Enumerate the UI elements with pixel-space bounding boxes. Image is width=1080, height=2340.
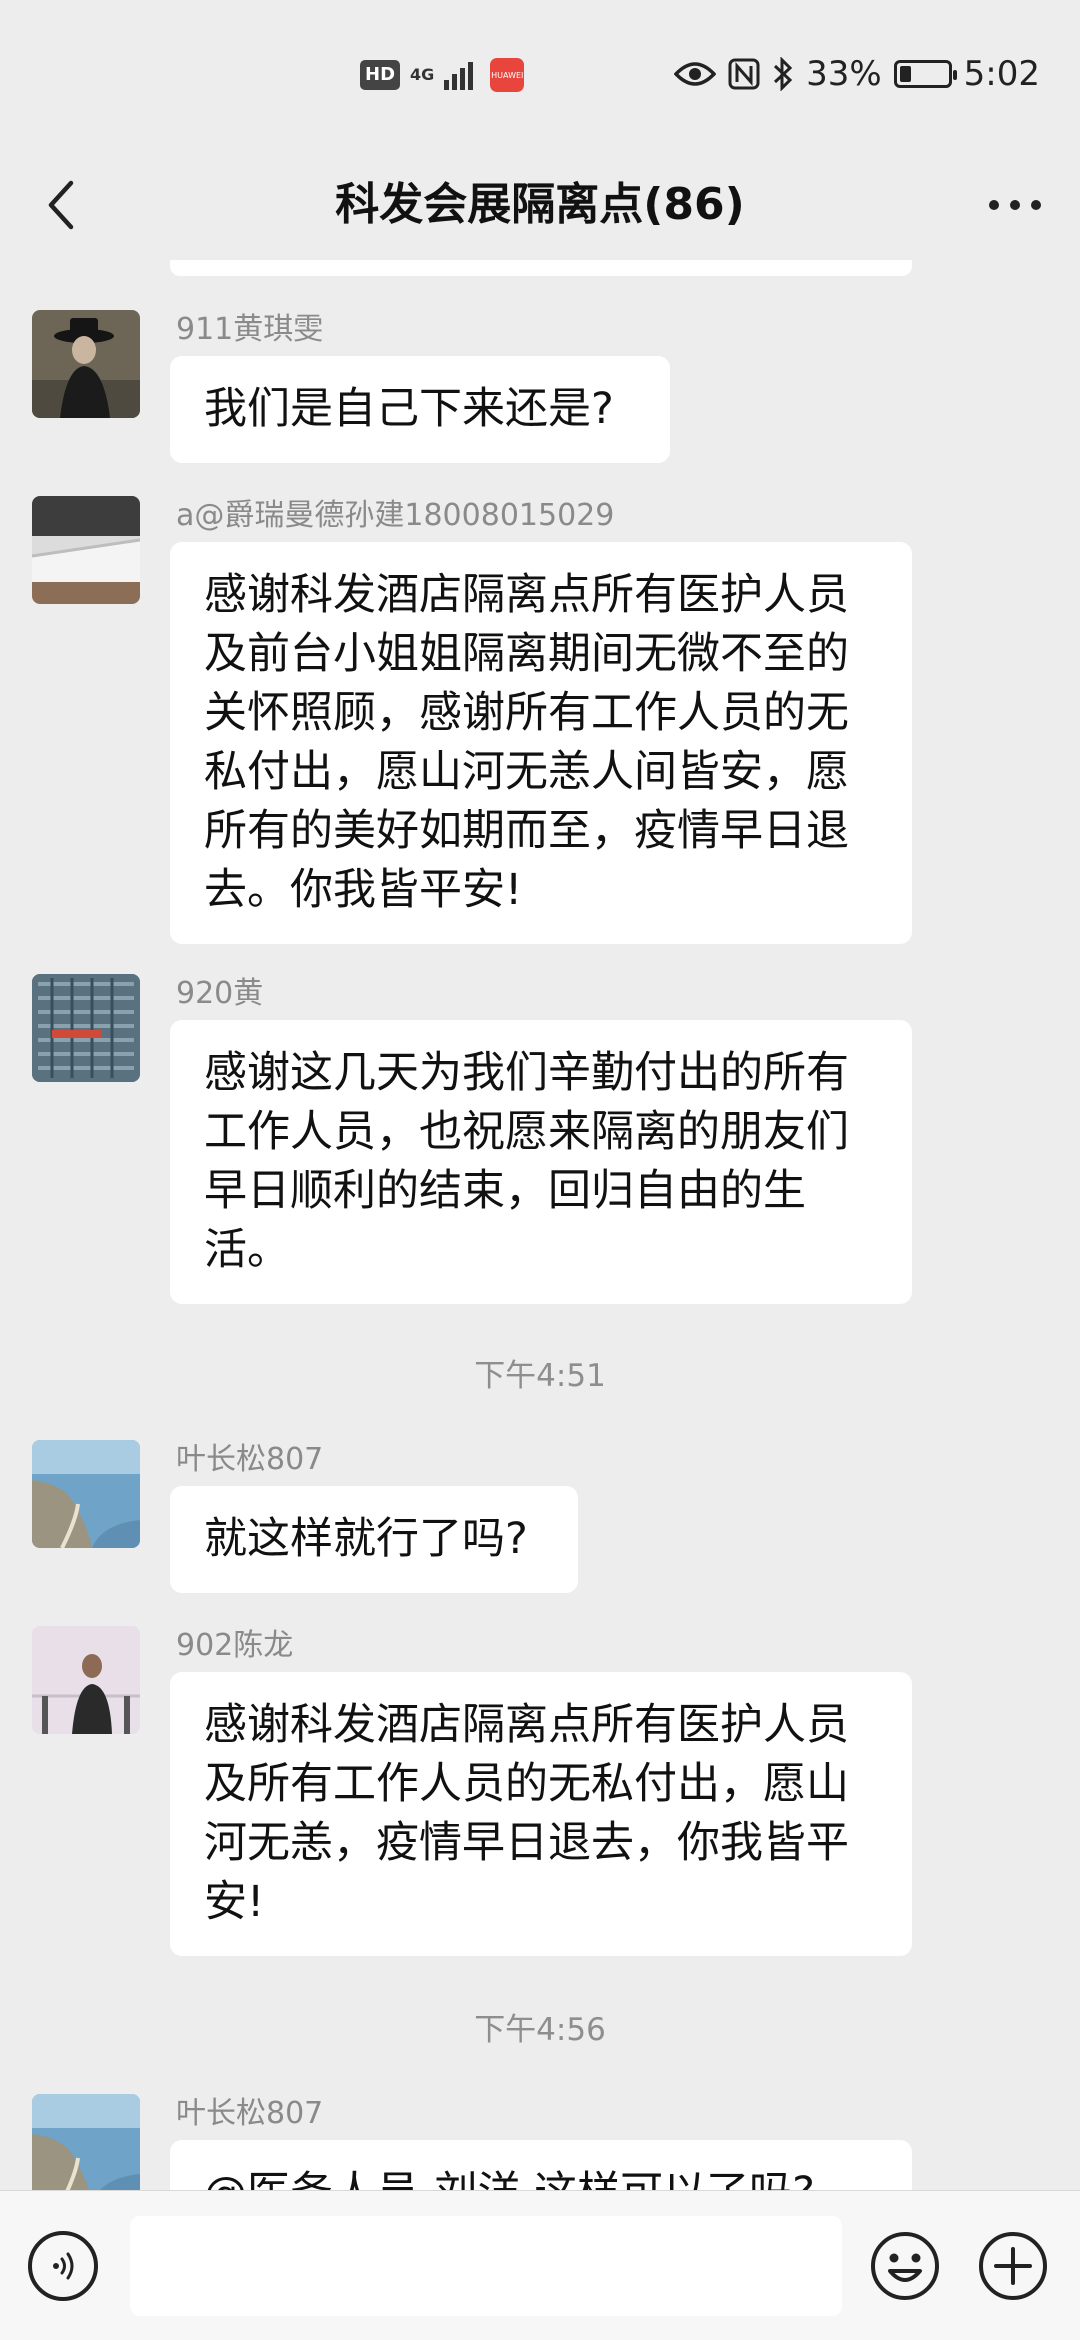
chat-title: 科发会展隔离点(86): [335, 179, 745, 230]
chat-screen: HD 4G HUAWEI 33% 5:02 科发会展隔离点(86) 911黄琪雯…: [0, 0, 1080, 2340]
emoji-icon: [871, 2232, 939, 2300]
sender-name: 叶长松807: [176, 2096, 324, 2131]
nfc-icon: [728, 58, 760, 90]
sender-name: 叶长松807: [176, 1442, 324, 1477]
message-bubble[interactable]: 就这样就行了吗?: [170, 1486, 578, 1593]
bluetooth-icon: [774, 57, 793, 91]
emoji-button[interactable]: [870, 2231, 940, 2301]
sender-name: 902陈龙: [176, 1628, 294, 1663]
huawei-app-label: HUAWEI: [491, 70, 524, 80]
message-bubble[interactable]: 感谢科发酒店隔离点所有医护人员及前台小姐姐隔离期间无微不至的关怀照顾，感谢所有工…: [170, 542, 912, 944]
status-bar: HD 4G HUAWEI 33% 5:02: [0, 0, 1080, 150]
network-type: 4G: [410, 65, 435, 84]
sender-name: 920黄: [176, 976, 264, 1011]
status-left: HD 4G HUAWEI: [360, 58, 525, 92]
more-button[interactable]: [980, 172, 1050, 238]
message-list[interactable]: 911黄琪雯 我们是自己下来还是? a@爵瑞曼德孙建18008015029 感谢…: [0, 260, 1080, 2190]
timestamp: 下午4:51: [474, 1358, 606, 1394]
hd-badge: HD: [360, 60, 401, 90]
timestamp: 下午4:56: [474, 2012, 606, 2048]
message-bubble[interactable]: 感谢科发酒店隔离点所有医护人员及所有工作人员的无私付出，愿山河无恙，疫情早日退去…: [170, 1672, 912, 1956]
avatar[interactable]: [32, 1440, 140, 1548]
avatar[interactable]: [32, 496, 140, 604]
clock: 5:02: [963, 54, 1040, 94]
avatar[interactable]: [32, 2094, 140, 2190]
message-bubble[interactable]: @医务人员-刘洋 这样可以了吗?: [170, 2140, 912, 2190]
avatar[interactable]: [32, 1626, 140, 1734]
battery-percent: 33%: [806, 54, 882, 94]
signal-icon: [444, 62, 474, 90]
voice-icon: [53, 2252, 74, 2280]
message-bubble[interactable]: 我们是自己下来还是?: [170, 356, 670, 463]
sender-name: 911黄琪雯: [176, 312, 324, 347]
sender-name: a@爵瑞曼德孙建18008015029: [176, 498, 615, 533]
more-icon: [989, 200, 1041, 210]
battery-icon: [893, 60, 957, 88]
plus-icon: [979, 2232, 1047, 2300]
eye-icon: [674, 62, 717, 86]
voice-button[interactable]: [28, 2231, 98, 2301]
huawei-app-icon: HUAWEI: [490, 58, 525, 92]
message-input[interactable]: [130, 2216, 842, 2316]
avatar[interactable]: [32, 974, 140, 1082]
message-bubble[interactable]: 感谢这几天为我们辛勤付出的所有工作人员，也祝愿来隔离的朋友们早日顺利的结束，回归…: [170, 1020, 912, 1304]
status-right: 33% 5:02: [674, 54, 1040, 94]
avatar[interactable]: [32, 310, 140, 418]
more-functions-button[interactable]: [978, 2231, 1048, 2301]
input-bar: [0, 2190, 1080, 2340]
navigation-bar: 科发会展隔离点(86): [0, 150, 1080, 260]
previous-message-bubble: [170, 260, 912, 276]
battery-fill: [899, 66, 911, 82]
